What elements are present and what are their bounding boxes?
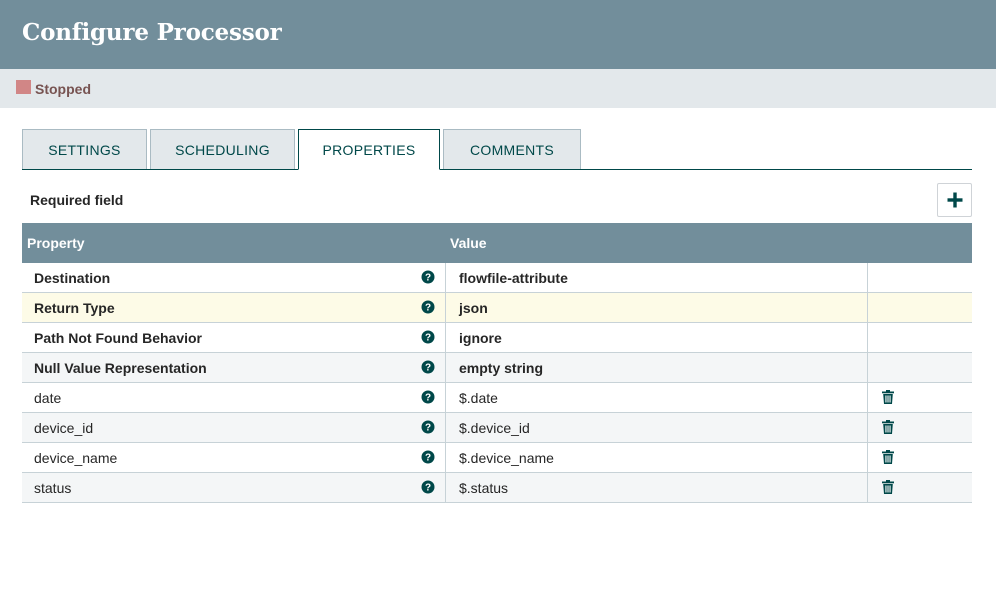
help-icon[interactable]: ?	[421, 330, 435, 344]
property-name: Null Value Representation	[34, 360, 207, 376]
column-divider	[867, 353, 868, 382]
help-icon[interactable]: ?	[421, 450, 435, 464]
column-divider	[445, 413, 446, 442]
dialog-title: Configure Processor	[22, 19, 282, 46]
property-name: device_name	[34, 450, 118, 466]
table-row[interactable]: Path Not Found Behavior ? ignore	[22, 323, 972, 353]
tab-underline	[22, 169, 972, 170]
trash-icon[interactable]	[882, 420, 894, 434]
property-value[interactable]: $.device_id	[459, 420, 530, 436]
property-name: Path Not Found Behavior	[34, 330, 202, 346]
property-value[interactable]: $.device_name	[459, 450, 554, 466]
tab-settings-label: SETTINGS	[48, 141, 121, 158]
help-icon[interactable]: ?	[421, 420, 435, 434]
help-icon[interactable]: ?	[421, 480, 435, 494]
tab-scheduling-label: SCHEDULING	[175, 141, 270, 158]
help-icon[interactable]: ?	[421, 300, 435, 314]
svg-text:?: ?	[425, 423, 431, 434]
property-value[interactable]: ignore	[459, 330, 502, 346]
property-name: status	[34, 480, 72, 496]
add-property-button[interactable]	[937, 183, 972, 217]
properties-table: Property Value Destination ? flowfile-at…	[22, 223, 972, 503]
property-value[interactable]: empty string	[459, 360, 543, 376]
stopped-icon	[16, 80, 31, 94]
property-value[interactable]: $.date	[459, 390, 498, 406]
property-value[interactable]: json	[459, 300, 488, 316]
property-value[interactable]: flowfile-attribute	[459, 270, 568, 286]
property-name: Destination	[34, 270, 111, 286]
svg-text:?: ?	[425, 363, 431, 374]
tab-scheduling[interactable]: SCHEDULING	[150, 129, 295, 170]
property-value[interactable]: $.status	[459, 480, 508, 496]
table-row[interactable]: device_name ? $.device_name	[22, 443, 972, 473]
column-header-property[interactable]: Property	[27, 235, 85, 251]
column-divider	[867, 293, 868, 322]
table-row[interactable]: Null Value Representation ? empty string	[22, 353, 972, 383]
column-divider	[867, 263, 868, 292]
svg-text:?: ?	[425, 453, 431, 464]
column-divider	[445, 443, 446, 472]
tab-comments[interactable]: COMMENTS	[443, 129, 581, 170]
property-name: device_id	[34, 420, 94, 436]
column-divider	[867, 473, 868, 502]
trash-icon[interactable]	[882, 390, 894, 404]
required-field-label: Required field	[30, 192, 124, 208]
svg-text:?: ?	[425, 303, 431, 314]
column-divider	[445, 473, 446, 502]
column-divider	[867, 323, 868, 352]
table-header: Property Value	[22, 223, 972, 263]
svg-text:?: ?	[425, 333, 431, 344]
table-row[interactable]: device_id ? $.device_id	[22, 413, 972, 443]
svg-text:?: ?	[425, 393, 431, 404]
table-row[interactable]: Return Type ? json	[22, 293, 972, 323]
column-divider	[867, 383, 868, 412]
property-name: date	[34, 390, 62, 406]
plus-icon	[947, 192, 962, 208]
column-divider	[445, 353, 446, 382]
table-row[interactable]: Destination ? flowfile-attribute	[22, 263, 972, 293]
dialog-header: Configure Processor	[0, 0, 996, 69]
column-divider	[445, 263, 446, 292]
status-bar	[0, 69, 996, 108]
svg-text:?: ?	[425, 273, 431, 284]
tab-settings[interactable]: SETTINGS	[22, 129, 147, 170]
column-divider	[445, 323, 446, 352]
column-header-value[interactable]: Value	[450, 235, 487, 251]
column-divider	[867, 443, 868, 472]
tab-comments-label: COMMENTS	[469, 141, 555, 158]
trash-icon[interactable]	[882, 480, 894, 494]
table-row[interactable]: status ? $.status	[22, 473, 972, 503]
trash-icon[interactable]	[882, 450, 894, 464]
help-icon[interactable]: ?	[421, 270, 435, 284]
column-divider	[867, 413, 868, 442]
tab-properties[interactable]: PROPERTIES	[298, 129, 440, 170]
table-row[interactable]: date ? $.date	[22, 383, 972, 413]
help-icon[interactable]: ?	[421, 360, 435, 374]
column-divider	[445, 383, 446, 412]
svg-text:?: ?	[425, 483, 431, 494]
property-name: Return Type	[34, 300, 115, 316]
column-divider	[445, 293, 446, 322]
help-icon[interactable]: ?	[421, 390, 435, 404]
tab-properties-label: PROPERTIES	[322, 141, 416, 158]
status-text: Stopped	[35, 81, 91, 97]
